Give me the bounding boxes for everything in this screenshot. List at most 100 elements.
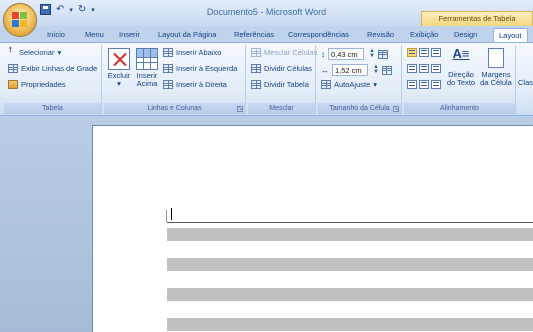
- margens-label-2: da Célula: [480, 78, 512, 87]
- inserir-esquerda-label: Inserir à Esquerda: [176, 64, 238, 73]
- width-row: ↔ 1,52 cm ▲ ▼: [321, 64, 392, 76]
- propriedades-button[interactable]: Propriedades: [8, 80, 66, 89]
- distribute-rows-icon[interactable]: [377, 49, 388, 59]
- width-spinner[interactable]: 1,52 cm: [332, 64, 368, 76]
- table-row[interactable]: [167, 228, 533, 241]
- group-label-tamanho: Tamanho da Célula: [318, 103, 401, 114]
- height-spinner[interactable]: 0,43 cm: [328, 48, 364, 60]
- direcao-texto-button[interactable]: A≡ Direção do Texto: [446, 46, 476, 87]
- autoajuste-label: AutoAjuste: [334, 80, 371, 89]
- tab-correspondencias[interactable]: Correspondências: [283, 28, 354, 42]
- tab-referencias[interactable]: Referências: [229, 28, 279, 42]
- inserir-direita-button[interactable]: Inserir à Direita: [163, 80, 227, 89]
- excluir-button[interactable]: Excluir ▾: [107, 48, 131, 88]
- dialog-launcher-icon[interactable]: ↘: [393, 106, 399, 112]
- tab-menu[interactable]: Menu: [80, 28, 109, 42]
- mesclar-celulas-label: Mesclar Células: [264, 48, 318, 57]
- tab-layout[interactable]: Layout: [493, 28, 528, 42]
- group-mesclar: Mesclar Células Dividir Células Dividir …: [248, 45, 317, 114]
- direcao-label-2: do Texto: [446, 78, 476, 87]
- dialog-launcher-icon[interactable]: ↘: [237, 106, 243, 112]
- dividir-celulas-label: Dividir Células: [264, 64, 312, 73]
- align-bottom-center-icon[interactable]: [419, 80, 429, 89]
- text-direction-icon: A≡: [452, 46, 470, 61]
- tab-revisao[interactable]: Revisão: [362, 28, 399, 42]
- table-row[interactable]: [167, 318, 533, 331]
- align-middle-left-icon[interactable]: [407, 64, 417, 73]
- classificar-label: Clas: [518, 78, 533, 87]
- title-bar: ↶ ▾ ↻ ▾ Documento5 - Microsoft Word Ferr…: [0, 0, 533, 26]
- inserir-abaixo-button[interactable]: Inserir Abaixo: [163, 48, 221, 57]
- group-linhas-colunas: Excluir ▾ Inserir Acima Inserir Abaixo I…: [104, 45, 246, 114]
- mesclar-celulas-button[interactable]: Mesclar Células: [251, 48, 317, 57]
- align-bottom-right-icon[interactable]: [431, 80, 441, 89]
- chevron-down-icon: ▾: [57, 48, 62, 57]
- merge-cells-icon: [251, 48, 261, 57]
- selecionar-button[interactable]: Selecionar ▾: [8, 48, 61, 57]
- cell-margins-icon: [488, 48, 504, 68]
- align-row-middle: [407, 64, 441, 73]
- autofit-icon: [321, 80, 331, 89]
- exibir-linhas-button[interactable]: Exibir Linhas de Grade: [8, 64, 97, 73]
- group-label-mesclar: Mesclar: [248, 103, 315, 114]
- table-row[interactable]: [167, 288, 533, 301]
- group-alinhamento: A≡ Direção do Texto Margens da Célula Al…: [404, 45, 516, 114]
- row-height-icon: ↕: [321, 49, 325, 59]
- tab-design[interactable]: Design: [449, 28, 482, 42]
- group-label-tabela: Tabela: [4, 103, 101, 114]
- spinner-arrows-icon[interactable]: ▲ ▼: [369, 48, 375, 59]
- group-tabela: Selecionar ▾ Exibir Linhas de Grade Prop…: [4, 45, 102, 114]
- align-top-center-icon[interactable]: [419, 48, 429, 57]
- height-row: ↕ 0,43 cm ▲ ▼: [321, 48, 388, 60]
- delete-table-icon: [108, 48, 130, 70]
- group-label-alinhamento: Alinhamento: [404, 103, 515, 114]
- insert-left-icon: [163, 64, 173, 73]
- align-bottom-left-icon[interactable]: [407, 80, 417, 89]
- autoajuste-button[interactable]: AutoAjuste ▾: [321, 80, 377, 89]
- selecionar-label: Selecionar: [19, 48, 55, 57]
- dividir-tabela-label: Dividir Tabela: [264, 80, 309, 89]
- insert-right-icon: [163, 80, 173, 89]
- table-top-border: [167, 222, 533, 223]
- margens-celula-button[interactable]: Margens da Célula: [478, 48, 514, 87]
- dividir-tabela-button[interactable]: Dividir Tabela: [251, 80, 309, 89]
- tab-exibicao[interactable]: Exibição: [405, 28, 443, 42]
- context-tab-title: Ferramentas de Tabela: [421, 11, 533, 26]
- ribbon: Selecionar ▾ Exibir Linhas de Grade Prop…: [0, 42, 533, 116]
- text-cursor: [171, 208, 172, 220]
- gridlines-icon: [8, 64, 18, 73]
- dividir-celulas-button[interactable]: Dividir Células: [251, 64, 312, 73]
- distribute-columns-icon[interactable]: [381, 65, 392, 75]
- width-value: 1,52 cm: [335, 65, 362, 75]
- height-value: 0,43 cm: [331, 49, 358, 59]
- inserir-esquerda-button[interactable]: Inserir à Esquerda: [163, 64, 237, 73]
- table-left-border: [166, 210, 167, 222]
- properties-icon: [8, 80, 18, 89]
- insert-above-icon: [136, 48, 158, 70]
- propriedades-label: Propriedades: [21, 80, 66, 89]
- inserir-abaixo-label: Inserir Abaixo: [176, 48, 222, 57]
- group-label-linhas-colunas: Linhas e Colunas: [104, 103, 245, 114]
- align-top-right-icon[interactable]: [431, 48, 441, 57]
- tab-inserir[interactable]: Inserir: [114, 28, 145, 42]
- chevron-down-icon: ▾: [117, 79, 121, 88]
- inserir-acima-button[interactable]: Inserir Acima: [135, 48, 159, 88]
- align-middle-center-icon[interactable]: [419, 64, 429, 73]
- chevron-down-icon: ▾: [373, 80, 378, 89]
- inserir-acima-label-2: Acima: [136, 79, 158, 88]
- align-top-left-icon[interactable]: [407, 48, 417, 57]
- tab-inicio[interactable]: Início: [42, 28, 70, 42]
- ribbon-tabs: Início Menu Inserir Layout da Página Ref…: [0, 26, 533, 42]
- align-middle-right-icon[interactable]: [431, 64, 441, 73]
- insert-below-icon: [163, 48, 173, 57]
- align-row-top: [407, 48, 441, 57]
- align-row-bottom: [407, 80, 441, 89]
- classificar-button[interactable]: Clas: [518, 79, 533, 87]
- inserir-direita-label: Inserir à Direita: [176, 80, 227, 89]
- spinner-arrows-icon[interactable]: ▲ ▼: [373, 64, 379, 75]
- tab-layout-pagina[interactable]: Layout da Página: [153, 28, 221, 42]
- table-row[interactable]: [167, 258, 533, 271]
- office-logo-icon: [12, 12, 28, 28]
- cursor-icon: [8, 48, 16, 57]
- office-button[interactable]: [3, 3, 37, 37]
